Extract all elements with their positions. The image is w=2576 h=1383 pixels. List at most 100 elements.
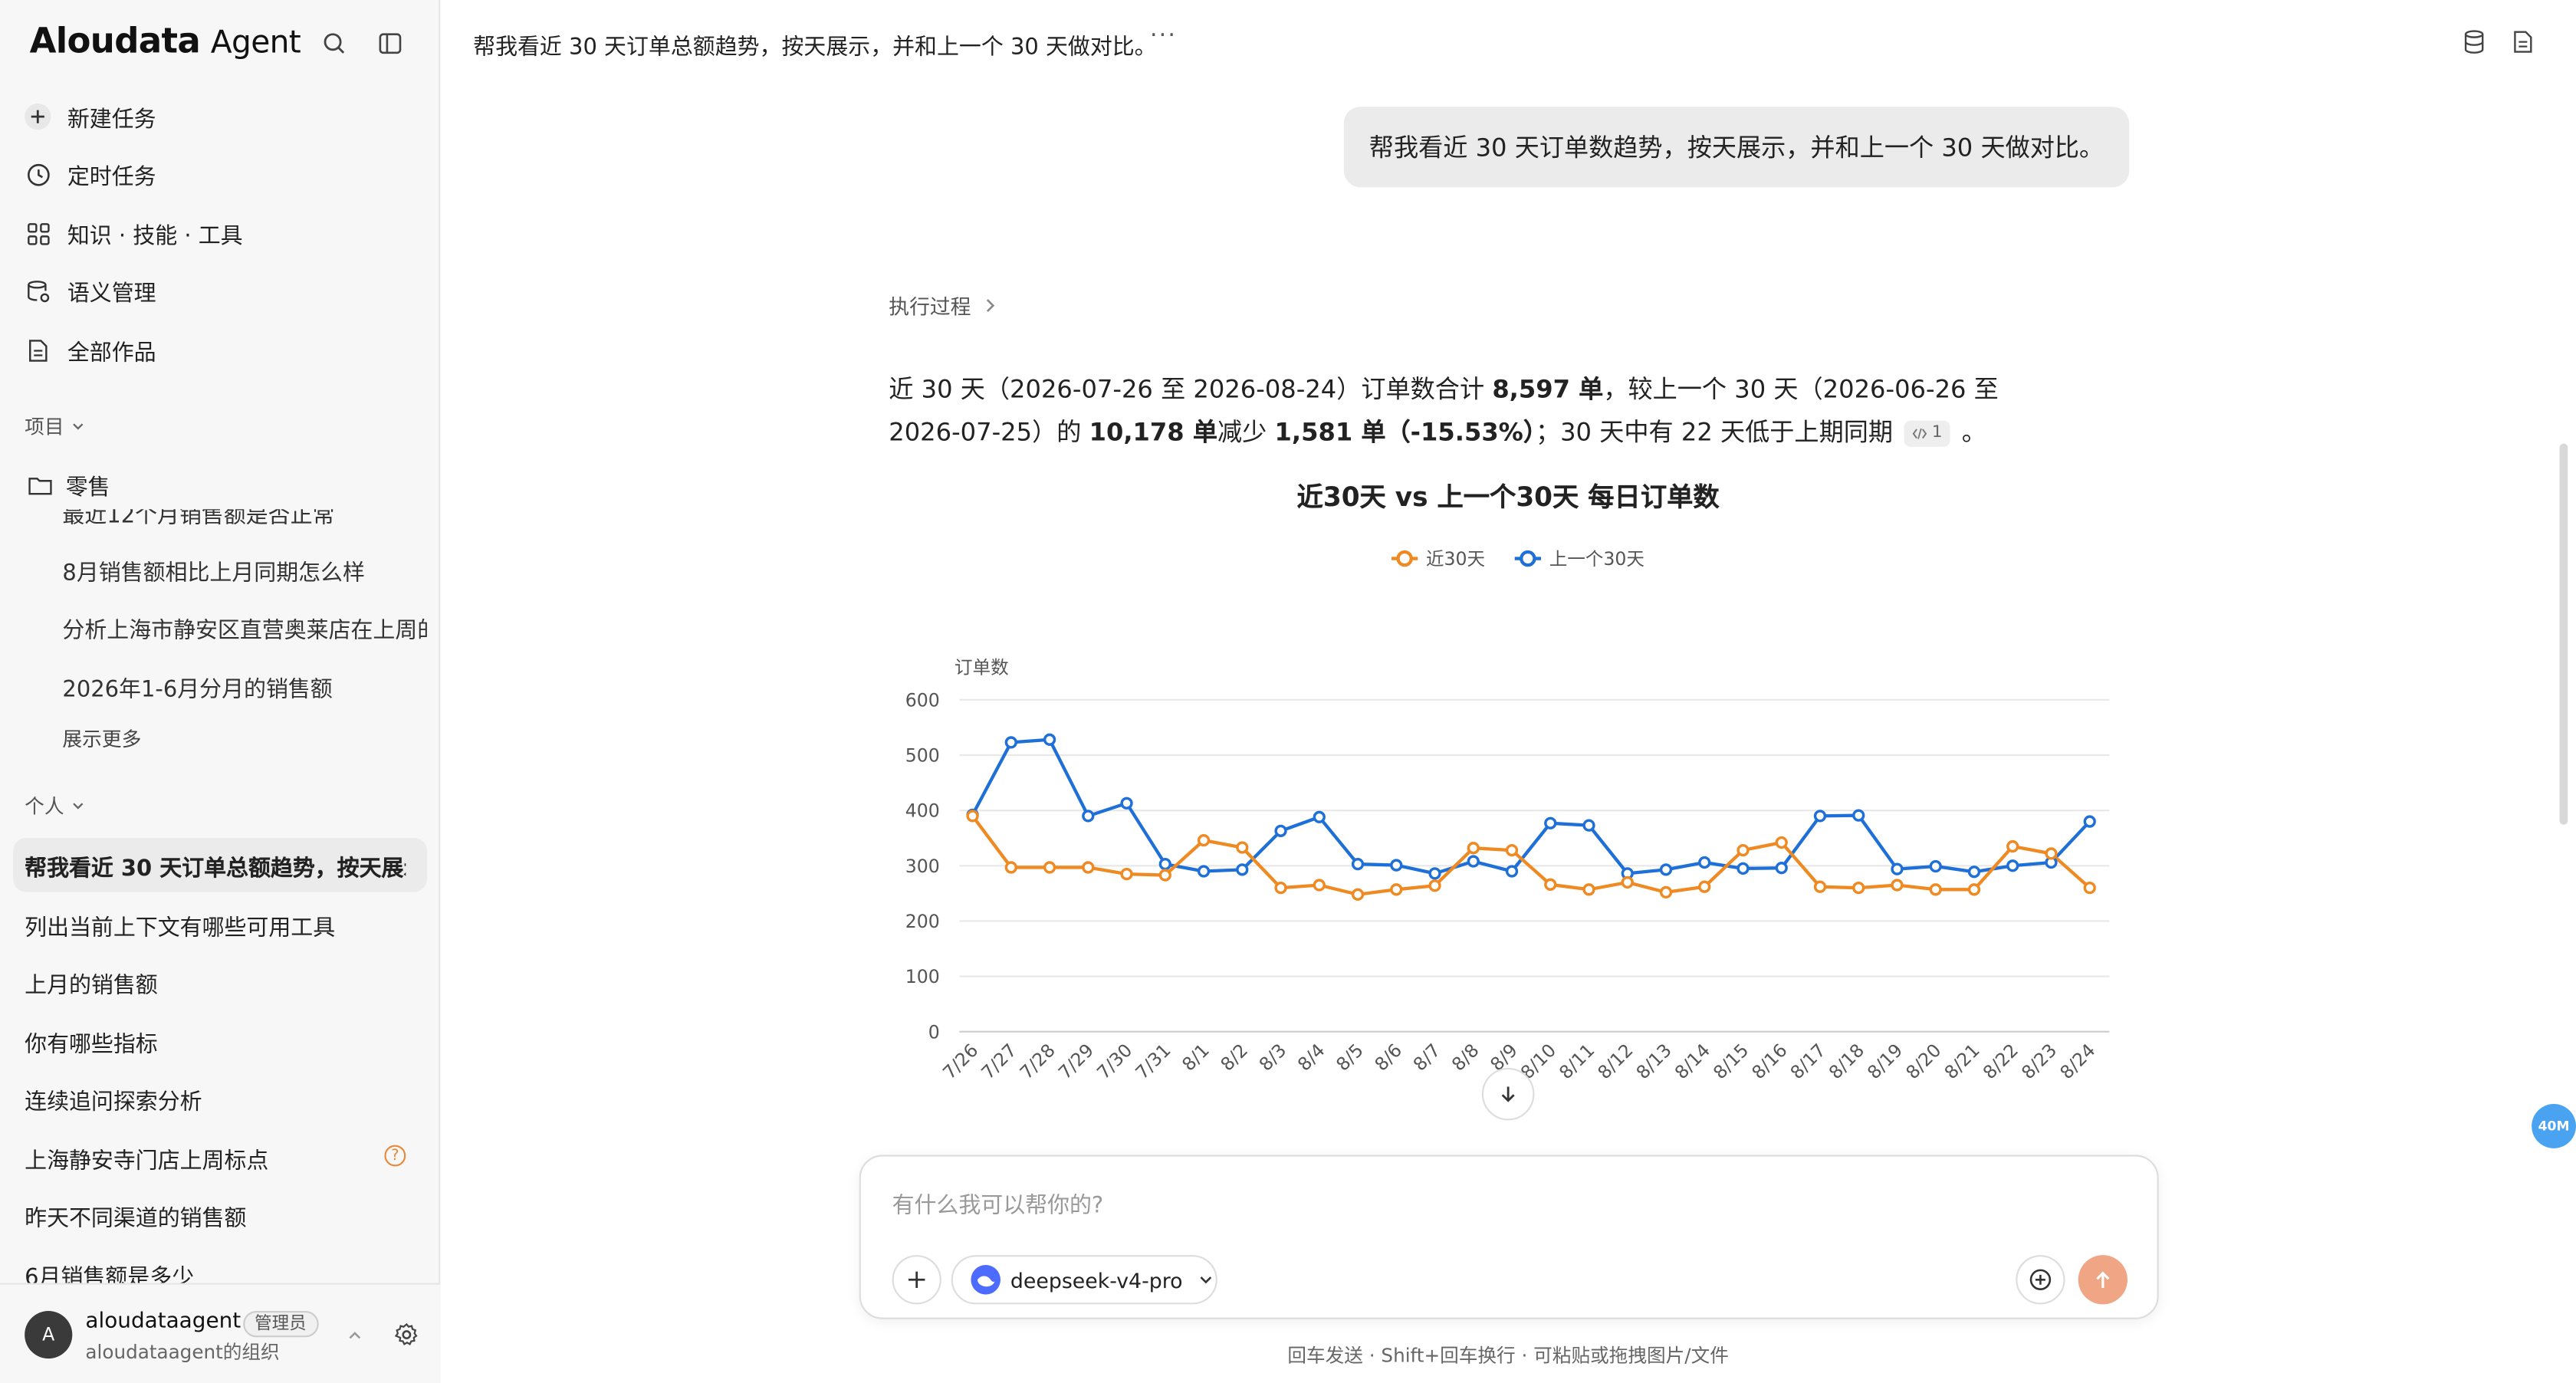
nav-scheduled-task[interactable]: 定时任务 <box>23 151 156 197</box>
x-tick-label: 8/5 <box>1332 1040 1368 1076</box>
data-point <box>1967 866 1981 879</box>
chevron-up-icon[interactable] <box>347 1327 363 1343</box>
data-point <box>1775 836 1788 849</box>
data-point <box>1274 881 1287 895</box>
personal-section-toggle[interactable]: 个人 <box>25 792 85 820</box>
data-point <box>2006 839 2019 853</box>
x-tick-label: 8/7 <box>1409 1040 1445 1076</box>
sidebar-toggle-icon[interactable] <box>373 26 406 59</box>
data-point <box>2083 881 2096 895</box>
exec-label: 执行过程 <box>889 294 971 319</box>
app-logo[interactable]: Aloudata Agent <box>30 21 301 61</box>
data-point <box>1004 861 1017 874</box>
data-point <box>1313 810 1326 823</box>
answer-bold: 1,581 单（-15.53%） <box>1274 417 1536 447</box>
x-tick-label: 8/24 <box>2055 1040 2099 1083</box>
y-axis-label: 订单数 <box>955 657 1009 678</box>
chip-count: 1 <box>1931 422 1943 442</box>
data-point <box>1505 865 1519 878</box>
scrollbar[interactable] <box>2559 443 2568 825</box>
execution-process-toggle[interactable]: 执行过程 <box>889 289 997 320</box>
add-button[interactable] <box>892 1255 941 1305</box>
data-point <box>1428 867 1441 880</box>
database-icon[interactable] <box>2463 30 2486 54</box>
data-point <box>1467 842 1480 855</box>
chat-input-placeholder[interactable]: 有什么我可以帮你的? <box>892 1186 1104 1219</box>
model-selector[interactable]: deepseek-v4-pro <box>951 1255 1217 1305</box>
nav-label: 新建任务 <box>67 107 156 133</box>
attach-button[interactable] <box>2016 1255 2065 1305</box>
x-tick-label: 8/11 <box>1555 1040 1598 1083</box>
nav-label: 知识 · 技能 · 工具 <box>67 223 243 250</box>
plus-icon <box>908 1271 925 1288</box>
more-options-button[interactable]: ··· <box>1150 23 1177 49</box>
user-bar: A aloudataagent 管理员 aloudataagent的组织 <box>0 1283 441 1383</box>
legend-marker <box>1396 550 1413 567</box>
data-point <box>1775 862 1788 875</box>
x-tick-label: 8/19 <box>1863 1040 1907 1083</box>
project-item[interactable]: 分析上海市静安区直营奥莱店在上周的 <box>62 611 427 644</box>
data-point <box>1659 885 1673 899</box>
add-attachment-icon <box>2029 1269 2052 1290</box>
folder-icon <box>25 470 54 500</box>
answer-text: 近 30 天（2026-07-26 至 2026-08-24）订单数合计 8,5… <box>889 368 2039 453</box>
answer-segment: ；30 天中有 22 天低于上期同期 <box>1535 417 1901 447</box>
data-point <box>1313 879 1326 892</box>
avatar[interactable]: A <box>25 1311 73 1359</box>
sidebar: Aloudata Agent 新建任务 定时任务 知识 · 技能 · 工具 语义… <box>0 0 441 1383</box>
x-tick-label: 8/22 <box>1979 1040 2022 1083</box>
data-point <box>1698 880 1711 893</box>
personal-item[interactable]: 上月的销售额 <box>25 966 411 999</box>
nav-semantic-management[interactable]: 语义管理 <box>23 268 156 314</box>
data-point <box>1659 863 1673 876</box>
personal-item[interactable]: 上海静安寺门店上周标点 <box>25 1142 353 1174</box>
x-tick-label: 8/20 <box>1901 1040 1945 1083</box>
nav-all-works[interactable]: 全部作品 <box>23 327 156 373</box>
personal-item[interactable]: 你有哪些指标 <box>25 1025 411 1058</box>
gear-icon[interactable] <box>394 1322 419 1347</box>
data-point <box>1043 861 1056 874</box>
personal-item-active[interactable]: 帮我看近 30 天订单总额趋势，按天展示 <box>25 849 406 882</box>
personal-item[interactable]: 6月销售额是多少 <box>25 1258 411 1283</box>
x-tick-label: 8/4 <box>1293 1040 1329 1076</box>
clock-icon <box>23 159 53 189</box>
nav-new-task[interactable]: 新建任务 <box>23 94 156 140</box>
data-point <box>1120 867 1133 881</box>
project-item[interactable]: 8月销售额相比上月同期怎么样 <box>62 554 427 586</box>
nav-knowledge-skills-tools[interactable]: 知识 · 技能 · 工具 <box>23 210 243 256</box>
search-icon[interactable] <box>317 26 350 59</box>
model-name: deepseek-v4-pro <box>1010 1267 1183 1293</box>
projects-section-toggle[interactable]: 项目 <box>25 412 85 440</box>
code-reference-chip[interactable]: 1 <box>1904 419 1951 446</box>
project-item[interactable]: 最近12个月销售额是否正常 <box>62 509 427 529</box>
input-hint: 回车发送 · Shift+回车换行 · 可粘贴或拖拽图片/文件 <box>1287 1343 1729 1367</box>
show-more-link[interactable]: 展示更多 <box>62 724 427 752</box>
personal-item[interactable]: 列出当前上下文有哪些可用工具 <box>25 908 411 941</box>
x-tick-label: 8/21 <box>1940 1040 1984 1083</box>
data-point <box>1274 824 1287 837</box>
send-button[interactable] <box>2078 1255 2128 1305</box>
arrow-up-icon <box>2096 1271 2110 1288</box>
data-point <box>1351 888 1365 901</box>
file-icon[interactable] <box>2512 30 2533 54</box>
data-point <box>2083 815 2096 828</box>
data-point <box>1813 810 1827 823</box>
x-tick-label: 7/28 <box>1016 1040 1060 1083</box>
legend-label: 近30天 <box>1426 548 1485 570</box>
role-badge: 管理员 <box>243 1311 318 1338</box>
scroll-to-bottom-button[interactable] <box>1481 1067 1535 1121</box>
legend-label: 上一个30天 <box>1549 548 1644 570</box>
y-tick-label: 600 <box>905 689 940 711</box>
x-tick-label: 8/15 <box>1709 1040 1753 1083</box>
memory-badge[interactable]: 40M <box>2532 1104 2576 1148</box>
project-item[interactable]: 2026年1-6月分月的销售额 <box>62 670 427 703</box>
chat-input-box[interactable]: 有什么我可以帮你的? deepseek-v4-pro <box>859 1155 2159 1319</box>
x-tick-label: 8/16 <box>1747 1040 1791 1083</box>
x-tick-label: 7/26 <box>938 1040 982 1083</box>
data-point <box>1544 816 1557 829</box>
data-point <box>1698 856 1711 869</box>
plus-icon <box>23 102 53 132</box>
answer-bold: 10,178 单 <box>1089 417 1217 447</box>
personal-item[interactable]: 连续追问探索分析 <box>25 1082 411 1115</box>
personal-item[interactable]: 昨天不同渠道的销售额 <box>25 1199 411 1232</box>
